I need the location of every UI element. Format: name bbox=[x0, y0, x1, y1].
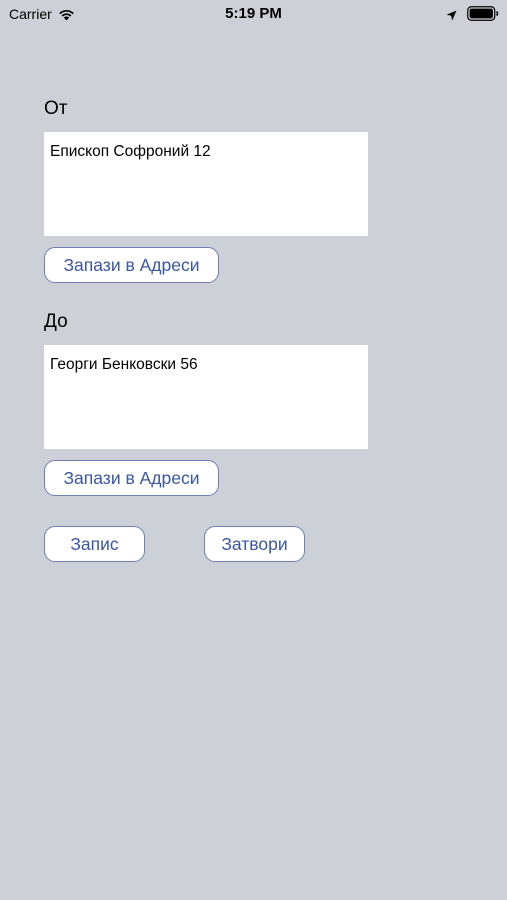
status-right-group bbox=[446, 6, 499, 21]
status-time: 5:19 PM bbox=[225, 5, 282, 22]
location-icon bbox=[446, 8, 457, 21]
status-bar: Carrier 5:19 PM bbox=[0, 0, 507, 28]
from-label: От bbox=[44, 98, 68, 119]
battery-icon bbox=[467, 6, 499, 21]
to-label: До bbox=[44, 311, 68, 332]
to-save-to-addresses-button[interactable]: Запази в Адреси bbox=[44, 460, 219, 496]
close-button[interactable]: Затвори bbox=[204, 526, 305, 562]
from-address-field[interactable]: Епископ Софроний 12 bbox=[44, 132, 368, 236]
save-button[interactable]: Запис bbox=[44, 526, 145, 562]
to-address-field[interactable]: Георги Бенковски 56 bbox=[44, 345, 368, 449]
from-save-to-addresses-button[interactable]: Запази в Адреси bbox=[44, 247, 219, 283]
